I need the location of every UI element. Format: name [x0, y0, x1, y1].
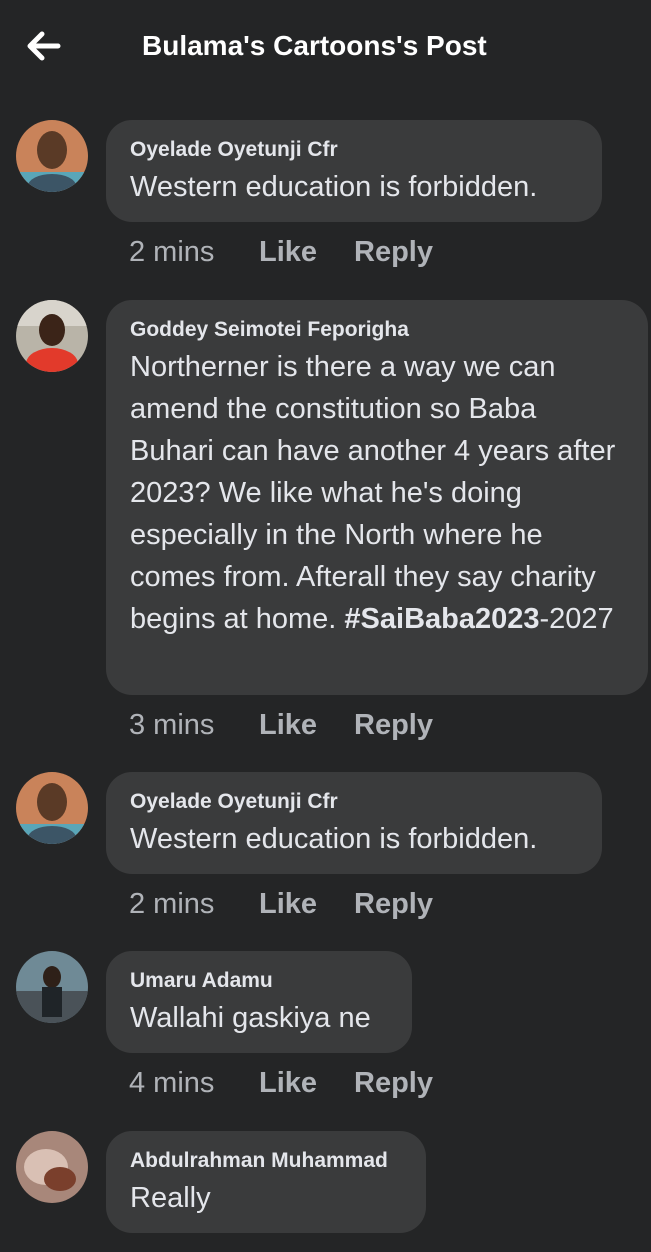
comment-author[interactable]: Umaru Adamu [130, 967, 388, 995]
comment-time: 3 mins [129, 709, 215, 741]
comment-bubble[interactable]: Umaru Adamu Wallahi gaskiya ne [106, 951, 412, 1053]
avatar[interactable] [16, 120, 88, 192]
comment-bubble[interactable]: Oyelade Oyetunji Cfr Western education i… [106, 772, 602, 874]
like-button[interactable]: Like [259, 888, 354, 921]
like-button[interactable]: Like [259, 236, 354, 269]
back-button[interactable] [22, 28, 66, 64]
comment-actions: 2 mins Like Reply [129, 236, 433, 269]
avatar[interactable] [16, 951, 88, 1023]
reply-button[interactable]: Reply [354, 709, 433, 742]
comment-time: 2 mins [129, 888, 215, 920]
comment-text: Western education is forbidden. [130, 171, 538, 203]
comment-time: 2 mins [129, 236, 215, 268]
comment-author[interactable]: Oyelade Oyetunji Cfr [130, 788, 578, 816]
comment-text: Northerner is there a way we can amend t… [130, 351, 616, 635]
avatar[interactable] [16, 1131, 88, 1203]
comment-bubble[interactable]: Goddey Seimotei Feporigha Northerner is … [106, 300, 648, 695]
reply-button[interactable]: Reply [354, 236, 433, 269]
comment-actions: 4 mins Like Reply [129, 1067, 433, 1100]
reply-button[interactable]: Reply [354, 1067, 433, 1100]
comment-time: 4 mins [129, 1067, 215, 1099]
comment-text: Western education is forbidden. [130, 823, 538, 855]
comment-actions: 3 mins Like Reply [129, 709, 433, 742]
hashtag-link[interactable]: #SaiBaba2023 [344, 603, 539, 635]
like-button[interactable]: Like [259, 1067, 354, 1100]
comment-author[interactable]: Oyelade Oyetunji Cfr [130, 136, 578, 164]
avatar[interactable] [16, 772, 88, 844]
comment-bubble[interactable]: Oyelade Oyetunji Cfr Western education i… [106, 120, 602, 222]
comment-actions: 2 mins Like Reply [129, 888, 433, 921]
comment-author[interactable]: Goddey Seimotei Feporigha [130, 316, 624, 344]
comment-author[interactable]: Abdulrahman Muhammad [130, 1147, 402, 1175]
page-title: Bulama's Cartoons's Post [142, 30, 487, 61]
comment-bubble[interactable]: Abdulrahman Muhammad Really [106, 1131, 426, 1233]
post-header: Bulama's Cartoons's Post [0, 0, 651, 100]
avatar[interactable] [16, 300, 88, 372]
like-button[interactable]: Like [259, 709, 354, 742]
reply-button[interactable]: Reply [354, 888, 433, 921]
arrow-left-icon [27, 31, 61, 61]
comment-text: Wallahi gaskiya ne [130, 1002, 371, 1034]
comment-text: Really [130, 1182, 211, 1214]
